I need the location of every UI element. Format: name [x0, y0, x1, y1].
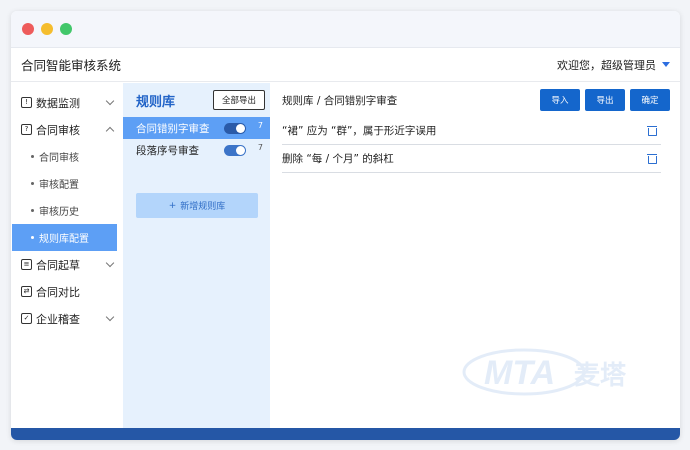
sidebar-subitem-label: 合同审核 — [39, 153, 79, 164]
caret-down-icon — [662, 62, 670, 67]
chevron-up-icon — [105, 126, 115, 136]
sidebar-item-label: 企业稽查 — [36, 312, 80, 326]
import-button[interactable]: 导入 — [540, 89, 580, 111]
minimize-window-dot[interactable] — [41, 23, 53, 35]
sidebar-item-label: 合同起草 — [36, 258, 80, 272]
maximize-window-dot[interactable] — [60, 23, 72, 35]
rulebase-panel: 规则库 全部导出 合同错别字审查 7 段落序号审查 7 + 新增规则库 — [123, 83, 270, 428]
sidebar-item-label: 合同对比 — [36, 285, 80, 299]
sidebar-subitem-contract-review[interactable]: 合同审核 — [11, 143, 123, 170]
sidebar-subitem-review-config[interactable]: 审核配置 — [11, 170, 123, 197]
rule-enable-toggle[interactable] — [224, 145, 246, 156]
chevron-down-icon — [105, 96, 115, 106]
welcome-text: 欢迎您，超级管理员 — [557, 58, 656, 72]
export-all-button[interactable]: 全部导出 — [212, 90, 265, 110]
app-window: 合同智能审核系统 欢迎您，超级管理员 ! 数据监测 ? 合同审核 合同审核 审核… — [11, 11, 680, 440]
compare-icon: ⇄ — [21, 286, 32, 297]
rule-entry-text: 删除 “每 / 个月” 的斜杠 — [282, 153, 394, 165]
watermark-text: MTA — [484, 354, 555, 392]
bullet-icon — [31, 182, 34, 185]
trash-icon[interactable] — [647, 153, 657, 164]
rule-item-label: 合同错别字审查 — [136, 122, 210, 135]
sidebar-subitem-label: 规则库配置 — [39, 234, 89, 245]
contract-review-icon: ? — [21, 124, 32, 135]
main-header: 规则库 / 合同错别字审查 导入 导出 确定 — [282, 83, 670, 117]
user-menu[interactable]: 欢迎您，超级管理员 — [557, 57, 670, 73]
app-body: ! 数据监测 ? 合同审核 合同审核 审核配置 审核历史 规则库配置 ≡ 合同起… — [11, 83, 680, 428]
sidebar-subitem-label: 审核历史 — [39, 207, 79, 218]
rule-item-paragraph-number-review[interactable]: 段落序号审查 7 — [123, 139, 270, 161]
monitor-icon: ! — [21, 97, 32, 108]
sidebar-item-data-monitor[interactable]: ! 数据监测 — [11, 89, 123, 116]
action-buttons: 导入 导出 确定 — [540, 89, 670, 111]
app-header: 合同智能审核系统 欢迎您，超级管理员 — [11, 48, 680, 82]
trash-icon[interactable] — [647, 125, 657, 136]
sidebar-item-label: 数据监测 — [36, 96, 80, 110]
bullet-icon — [31, 155, 34, 158]
list-item: “裙” 应为 “群”，属于形近字误用 — [282, 117, 661, 145]
footer-bar — [11, 428, 680, 440]
bullet-icon — [31, 236, 34, 239]
rule-count: 7 — [257, 121, 263, 130]
sidebar-nav: ! 数据监测 ? 合同审核 合同审核 审核配置 审核历史 规则库配置 ≡ 合同起… — [11, 83, 123, 428]
sidebar-item-enterprise-audit[interactable]: ✓ 企业稽查 — [11, 305, 123, 332]
sidebar-subitem-review-history[interactable]: 审核历史 — [11, 197, 123, 224]
bullet-icon — [31, 209, 34, 212]
sidebar-subitem-label: 审核配置 — [39, 180, 79, 191]
window-titlebar — [11, 11, 680, 48]
export-button[interactable]: 导出 — [585, 89, 625, 111]
confirm-button[interactable]: 确定 — [630, 89, 670, 111]
audit-icon: ✓ — [21, 313, 32, 324]
sidebar-item-contract-compare[interactable]: ⇄ 合同对比 — [11, 278, 123, 305]
close-window-dot[interactable] — [22, 23, 34, 35]
rule-enable-toggle[interactable] — [224, 123, 246, 134]
sidebar-item-contract-draft[interactable]: ≡ 合同起草 — [11, 251, 123, 278]
watermark-brand: 麦塔 — [574, 361, 627, 391]
rulebase-title: 规则库 — [136, 94, 176, 110]
rule-entry-list: “裙” 应为 “群”，属于形近字误用 删除 “每 / 个月” 的斜杠 — [282, 117, 670, 173]
rule-count: 7 — [257, 143, 263, 152]
list-item: 删除 “每 / 个月” 的斜杠 — [282, 145, 661, 173]
add-rulebase-label: 新增规则库 — [180, 202, 226, 212]
plus-icon: + — [168, 200, 177, 211]
breadcrumb: 规则库 / 合同错别字审查 — [282, 94, 398, 107]
add-rulebase-button[interactable]: + 新增规则库 — [136, 193, 258, 218]
mta-logo-watermark: MTA 麦塔 — [462, 348, 627, 396]
chevron-down-icon — [105, 312, 115, 322]
chevron-down-icon — [105, 258, 115, 268]
rulebase-header: 规则库 全部导出 — [123, 83, 270, 117]
rule-item-typo-review[interactable]: 合同错别字审查 7 — [123, 117, 270, 139]
rule-entry-text: “裙” 应为 “群”，属于形近字误用 — [282, 125, 437, 137]
rule-item-label: 段落序号审查 — [136, 144, 199, 157]
sidebar-item-contract-review[interactable]: ? 合同审核 — [11, 116, 123, 143]
sidebar-item-label: 合同审核 — [36, 123, 80, 137]
main-content: 规则库 / 合同错别字审查 导入 导出 确定 “裙” 应为 “群”，属于形近字误… — [270, 83, 680, 428]
sidebar-subitem-rulebase-config[interactable]: 规则库配置 — [12, 224, 117, 251]
draft-icon: ≡ — [21, 259, 32, 270]
app-title: 合同智能审核系统 — [21, 58, 122, 73]
